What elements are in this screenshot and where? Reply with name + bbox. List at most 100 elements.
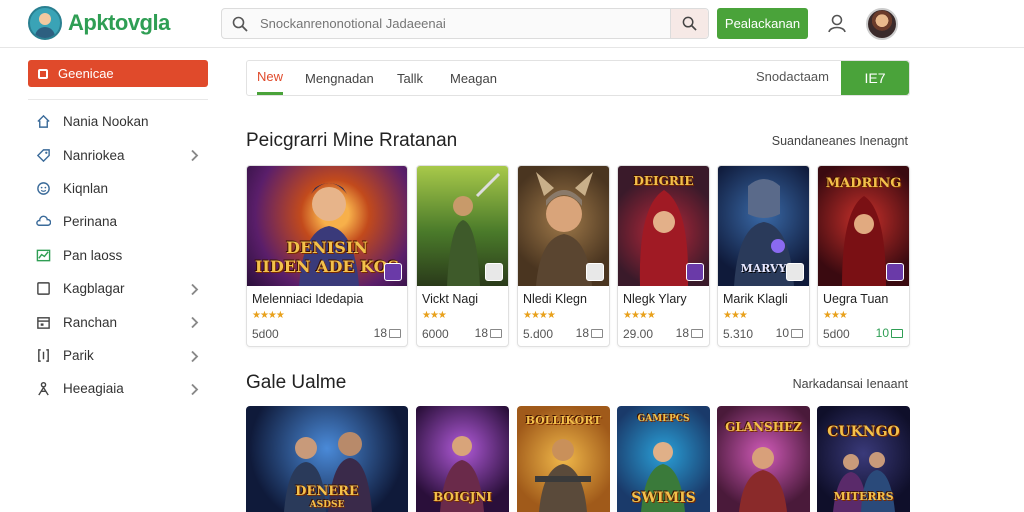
category-square-icon xyxy=(38,68,48,79)
tab-new[interactable]: New xyxy=(257,61,284,95)
card-size: 6000 xyxy=(422,327,449,341)
chevron-right-icon xyxy=(191,150,199,162)
sidebar-item-label: Kiqnlan xyxy=(63,180,109,196)
tile-title-text: BOIGJNI xyxy=(433,490,492,504)
card-count-value: 18 xyxy=(575,326,589,340)
section-title: Peicgrarri Mine Rratanan xyxy=(246,130,458,151)
section-see-all-link[interactable]: Narkadansai Ienaant xyxy=(793,377,908,391)
card-count: 18 xyxy=(475,326,502,340)
card-title: Nlegk Ylary xyxy=(623,292,687,306)
user-account-icon[interactable] xyxy=(826,12,848,34)
platform-badge-icon xyxy=(485,263,503,281)
tile-subtitle-text: GAMEPCS xyxy=(637,414,690,424)
game-tile[interactable]: DENERE ASDSE xyxy=(246,406,408,512)
card-count-value: 18 xyxy=(373,326,387,340)
card-count-value: 10 xyxy=(875,326,889,340)
tile-title-text: CUKNGO xyxy=(827,424,900,440)
game-tile[interactable]: BOLLIKORT xyxy=(517,406,610,512)
card-count-value: 18 xyxy=(675,326,689,340)
platform-badge-icon xyxy=(686,263,704,281)
chevron-right-icon xyxy=(191,350,199,362)
sidebar-item-label: Perinana xyxy=(63,214,118,230)
bracket-icon xyxy=(38,349,49,362)
list-icon xyxy=(591,328,603,338)
game-cover-art: DENISIN IIDEN ADE KOS xyxy=(247,166,407,286)
card-size: 5.310 xyxy=(723,327,754,341)
chevron-right-icon xyxy=(191,283,199,296)
card-count: 10 xyxy=(776,326,803,340)
game-tile[interactable]: CUKNGO MITERRS xyxy=(817,406,910,512)
tab-tallk[interactable]: Tallk xyxy=(397,61,423,95)
platform-badge-icon xyxy=(786,263,804,281)
section-see-all-link[interactable]: Suandaneanes Inenagnt xyxy=(772,134,908,148)
search-bar xyxy=(221,8,709,39)
platform-badge-icon xyxy=(586,263,604,281)
game-tile[interactable]: BOIGJNI xyxy=(416,406,509,512)
tab-mengnadan[interactable]: Mengnadan xyxy=(305,61,374,95)
sidebar-item-label: Ranchan xyxy=(63,314,118,330)
tabs-cta-button[interactable]: IE7 xyxy=(841,61,909,95)
sidebar-item-4[interactable]: Pan laoss xyxy=(28,239,208,272)
game-card[interactable]: Nledi Klegn ★★★★ 5.d00 18 xyxy=(517,165,610,347)
card-size: 5.d00 xyxy=(523,327,554,341)
card-count: 18 xyxy=(374,326,401,340)
card-title: Nledi Klegn xyxy=(523,292,587,306)
top-header: Apktovgla Pealackanan xyxy=(0,0,1024,48)
sidebar-item-label: Pan laoss xyxy=(63,247,123,263)
tile-subtitle-text: MITERRS xyxy=(833,490,894,503)
rating-stars: ★★★★ xyxy=(623,310,656,321)
game-card[interactable]: DENISIN IIDEN ADE KOS Melenniaci Idedapi… xyxy=(246,165,408,347)
card-count: 18 xyxy=(576,326,603,340)
search-submit-icon xyxy=(682,16,697,31)
tab-meagan[interactable]: Meagan xyxy=(450,61,497,95)
sidebar-item-5[interactable]: Kagblagar xyxy=(28,272,208,305)
content-tabs: New Mengnadan Tallk Meagan Snodactaam IE… xyxy=(246,60,910,96)
brand-logo[interactable]: Apktovgla xyxy=(28,6,170,40)
section-title: Gale Ualme xyxy=(246,372,347,393)
sidebar-item-1[interactable]: Nanriokea xyxy=(28,138,208,171)
card-size: 5d00 xyxy=(252,327,279,341)
tabs-sort-label[interactable]: Snodactaam xyxy=(756,69,829,84)
rating-stars: ★★★ xyxy=(723,310,748,321)
sidebar-item-active[interactable]: Geenicae xyxy=(28,60,208,87)
chart-icon xyxy=(36,249,51,262)
sidebar-item-2[interactable]: Kiqnlan xyxy=(28,172,208,205)
sidebar-item-6[interactable]: Ranchan xyxy=(28,305,208,338)
game-card[interactable]: MADRING Uegra Tuan ★★★ 5d00 10 xyxy=(817,165,910,347)
sidebar-item-7[interactable]: Parik xyxy=(28,339,208,372)
sidebar-item-0[interactable]: Nania Nookan xyxy=(28,105,208,138)
rating-stars: ★★★ xyxy=(823,310,848,321)
platform-badge-icon xyxy=(384,263,402,281)
smiley-icon xyxy=(37,182,50,195)
calendar-icon xyxy=(37,316,50,329)
list-icon xyxy=(389,328,401,338)
tile-title-text: BOLLIKORT xyxy=(525,414,602,427)
card-size: 5d00 xyxy=(823,327,850,341)
sidebar: Geenicae Nania Nookan Nanriokea Kiqnlan … xyxy=(28,60,208,406)
rating-stars: ★★★★ xyxy=(523,310,556,321)
search-icon xyxy=(232,16,248,32)
search-button[interactable] xyxy=(670,9,708,38)
register-button[interactable]: Pealackanan xyxy=(717,8,808,39)
tile-title-text: SWIMIS xyxy=(631,490,696,506)
sidebar-item-8[interactable]: Heeagiaia xyxy=(28,372,208,405)
game-card[interactable]: DEIGRIE Nlegk Ylary ★★★★ 29.00 18 xyxy=(617,165,710,347)
game-card[interactable]: Vickt Nagi ★★★ 6000 18 xyxy=(416,165,509,347)
search-input[interactable] xyxy=(260,12,660,35)
card-title: Vickt Nagi xyxy=(422,292,479,306)
sidebar-item-label: Nania Nookan xyxy=(63,114,149,130)
person-icon xyxy=(38,382,49,396)
sidebar-item-label: Kagblagar xyxy=(63,281,125,297)
game-card[interactable]: MARVY Marik Klagli ★★★ 5.310 10 xyxy=(717,165,810,347)
game-tile[interactable]: GLANSHEZ xyxy=(717,406,810,512)
tile-title-text: DENERE xyxy=(295,484,359,499)
card-count-value: 18 xyxy=(474,326,488,340)
platform-badge-icon xyxy=(886,263,904,281)
sidebar-divider xyxy=(28,99,208,100)
card-title: Marik Klagli xyxy=(723,292,788,306)
avatar[interactable] xyxy=(866,8,898,40)
sidebar-item-3[interactable]: Perinana xyxy=(28,205,208,238)
card-count-value: 10 xyxy=(775,326,789,340)
game-tile[interactable]: GAMEPCS SWIMIS xyxy=(617,406,710,512)
card-title: Melenniaci Idedapia xyxy=(252,292,364,306)
